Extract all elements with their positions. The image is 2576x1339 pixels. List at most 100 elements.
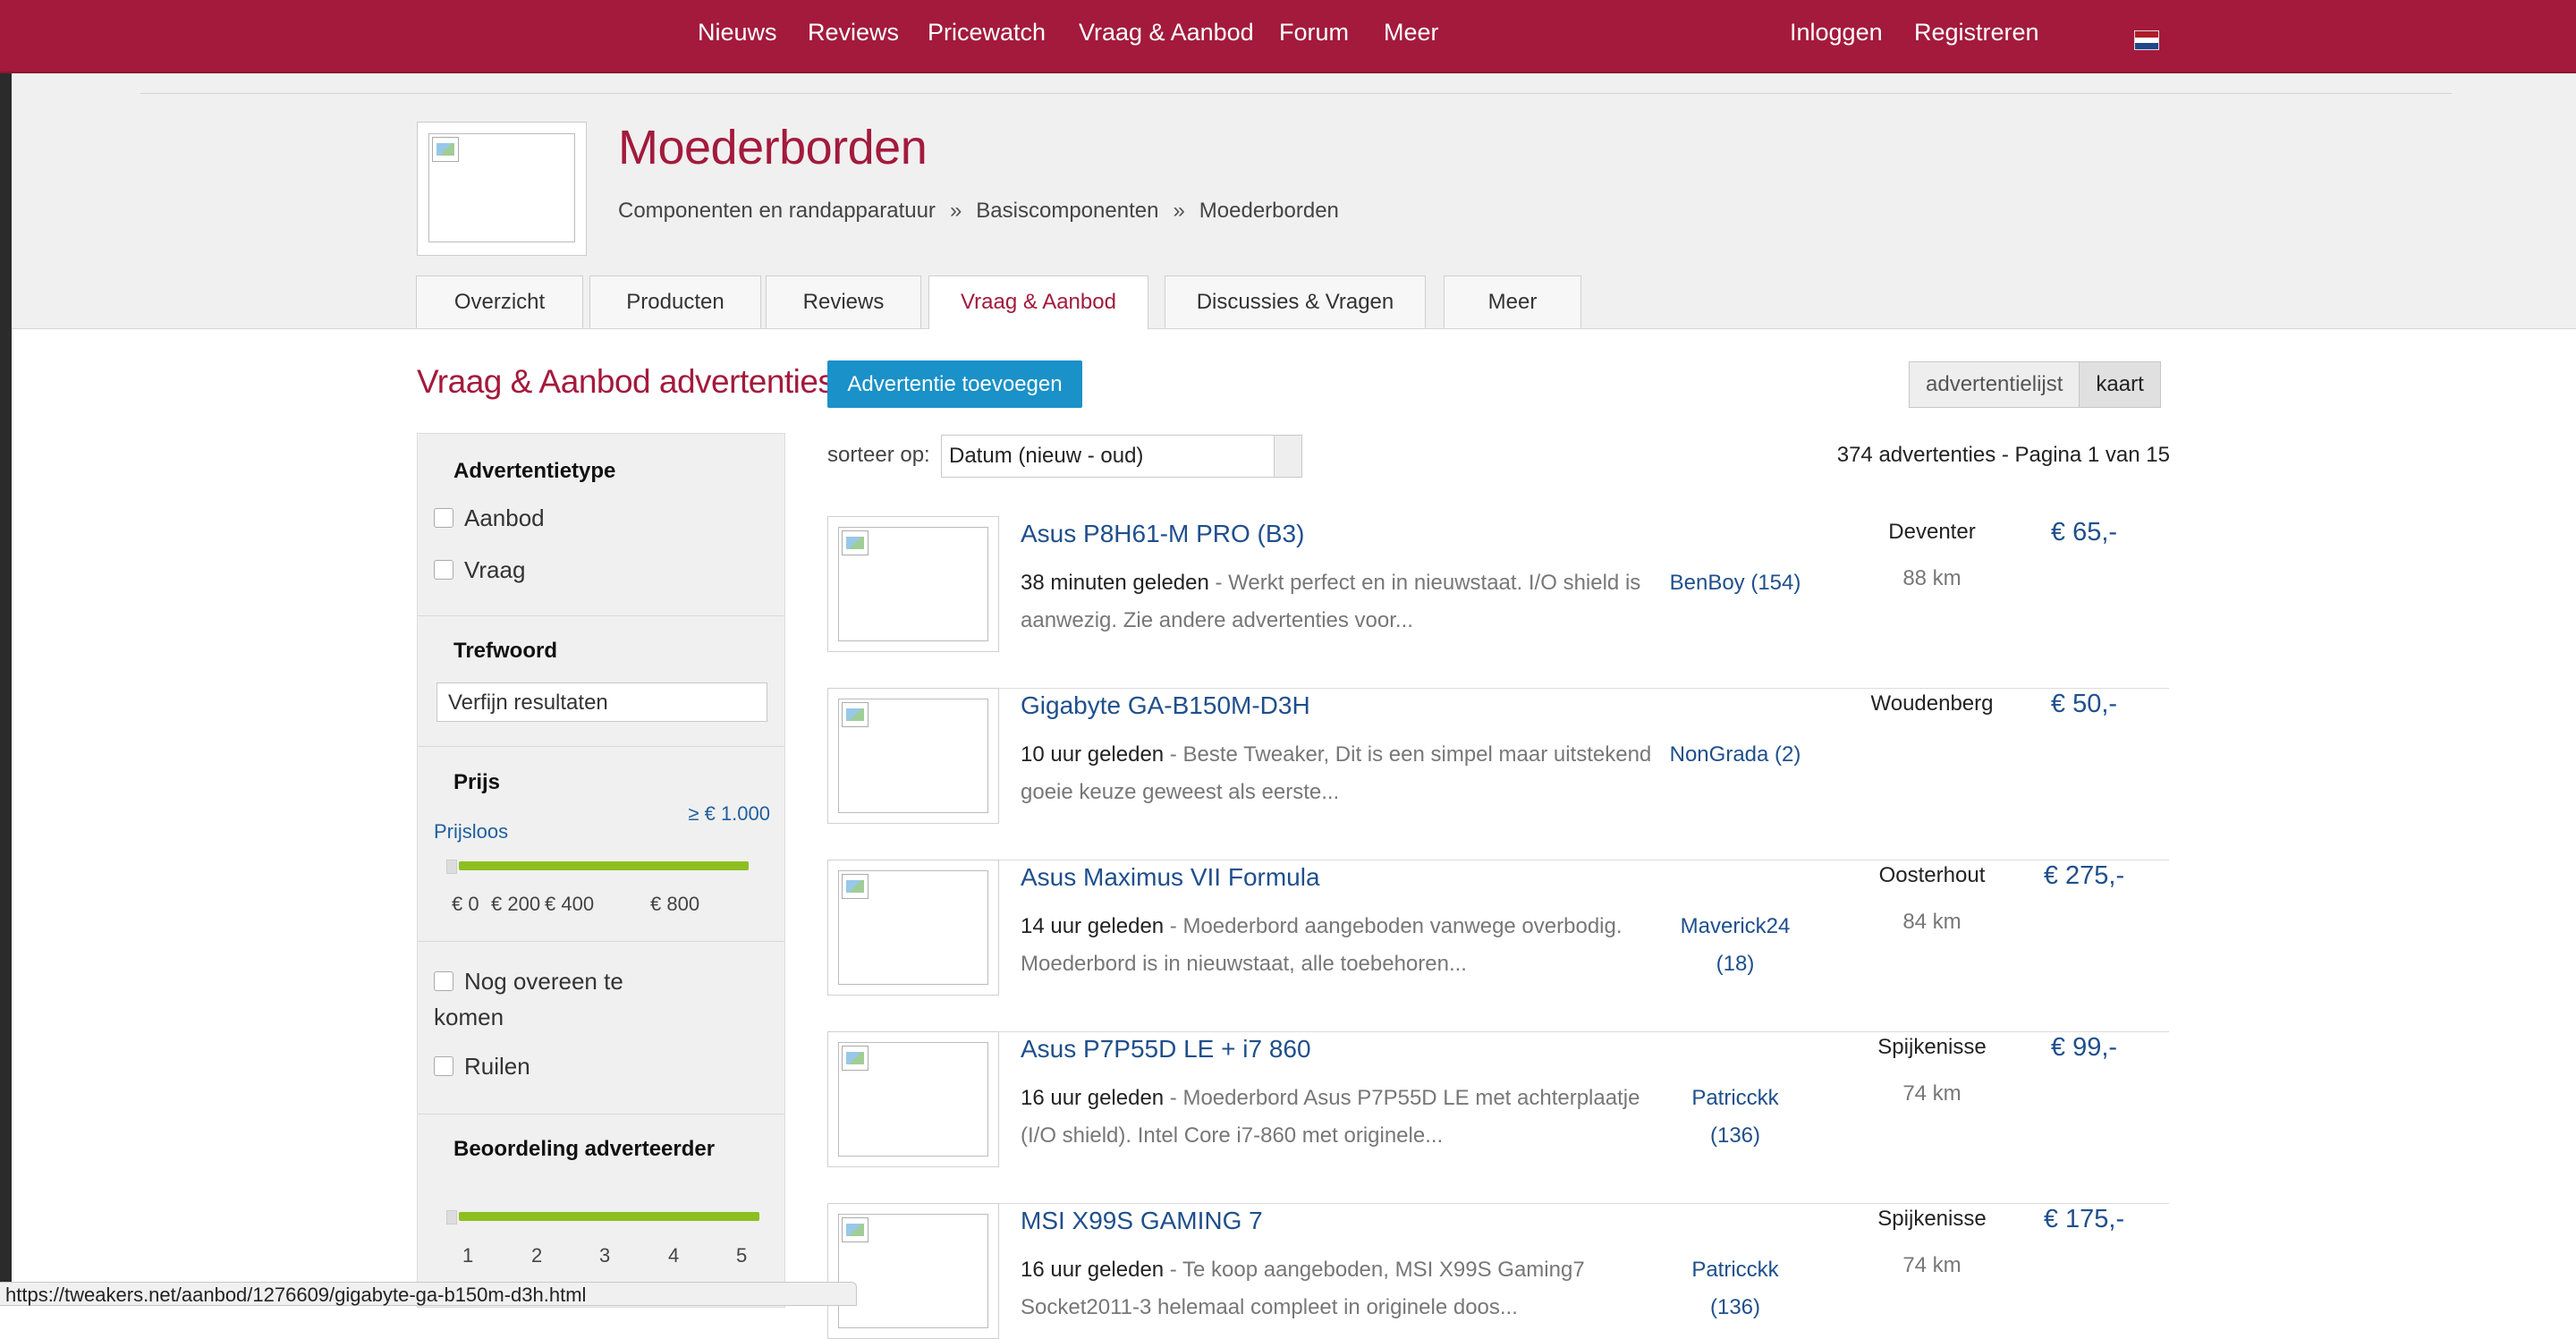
- broken-image-icon: [842, 702, 869, 727]
- price-free-link[interactable]: Prijsloos: [434, 820, 508, 843]
- filter-ruilen-label: Ruilen: [464, 1053, 530, 1080]
- listing-thumbnail[interactable]: [827, 516, 999, 652]
- fade-overlay: [1968, 1234, 2174, 1306]
- listing-item[interactable]: Asus P8H61-M PRO (B3) 38 minuten geleden…: [827, 516, 2169, 689]
- status-bar-url: https://tweakers.net/aanbod/1276609/giga…: [0, 1282, 857, 1306]
- keyword-input[interactable]: Verfijn resultaten: [436, 682, 767, 722]
- divider: [140, 93, 2452, 94]
- tab-discussies-vragen[interactable]: Discussies & Vragen: [1165, 275, 1426, 328]
- keyword-heading: Trefwoord: [453, 639, 558, 663]
- breadcrumb-item[interactable]: Moederborden: [1199, 199, 1339, 223]
- listing-price[interactable]: € 99,-: [2017, 1033, 2151, 1063]
- rating-tick: 2: [531, 1244, 543, 1267]
- listing-description: 14 uur geleden - Moederbord aangeboden v…: [1021, 908, 1665, 983]
- slider-handle[interactable]: [446, 1210, 457, 1225]
- nav-forum[interactable]: Forum: [1279, 0, 1349, 64]
- section-title: Vraag & Aanbod advertenties: [417, 363, 835, 400]
- listing-price[interactable]: € 50,-: [2017, 690, 2151, 719]
- price-max-label: ≥ € 1.000: [688, 802, 770, 825]
- listing-thumbnail[interactable]: [827, 1031, 999, 1167]
- rating-heading: Beoordeling adverteerder: [453, 1137, 716, 1161]
- page-title: Moederborden: [618, 121, 928, 174]
- listing-item[interactable]: Asus Maximus VII Formula 14 uur geleden …: [827, 860, 2169, 1032]
- listing-thumbnail[interactable]: [827, 688, 999, 824]
- listing-seller[interactable]: Patricckk (136): [1668, 1080, 1802, 1155]
- broken-image-icon: [842, 1046, 869, 1071]
- tab-vraag-aanbod[interactable]: Vraag & Aanbod: [928, 275, 1148, 329]
- sort-select-value: Datum (nieuw - oud): [949, 444, 1144, 468]
- divider: [418, 941, 784, 942]
- divider: [418, 615, 784, 616]
- listing-price[interactable]: € 275,-: [2017, 861, 2151, 891]
- sort-label: sorteer op:: [827, 443, 930, 467]
- listing-title[interactable]: Asus Maximus VII Formula: [1021, 863, 1320, 892]
- rating-tick: 4: [668, 1244, 680, 1267]
- nav-pricewatch[interactable]: Pricewatch: [928, 0, 1046, 64]
- listing-seller[interactable]: NonGrada (2): [1650, 736, 1820, 774]
- view-map-button[interactable]: kaart: [2079, 362, 2160, 407]
- result-count: 374 advertenties - Pagina 1 van 15: [1836, 443, 2170, 467]
- listing-seller[interactable]: BenBoy (154): [1668, 564, 1802, 602]
- breadcrumb-separator: »: [1173, 199, 1185, 223]
- listing-time: 10 uur geleden: [1021, 742, 1165, 767]
- price-slider[interactable]: [459, 861, 749, 870]
- listing-time: 16 uur geleden: [1021, 1086, 1165, 1110]
- breadcrumb-item[interactable]: Basiscomponenten: [976, 199, 1158, 223]
- listing-item[interactable]: Gigabyte GA-B150M-D3H 10 uur geleden - B…: [827, 688, 2169, 860]
- breadcrumb-item[interactable]: Componenten en randapparatuur: [618, 199, 936, 223]
- filter-aanbod[interactable]: Aanbod: [434, 504, 545, 532]
- listing-thumbnail[interactable]: [827, 1203, 999, 1339]
- rating-tick: 1: [462, 1244, 474, 1267]
- tab-overzicht[interactable]: Overzicht: [416, 275, 583, 328]
- tab-reviews[interactable]: Reviews: [766, 275, 921, 328]
- login-link[interactable]: Inloggen: [1790, 0, 1883, 64]
- checkbox[interactable]: [434, 1056, 453, 1076]
- listing-time: 14 uur geleden: [1021, 914, 1165, 938]
- listing-location: Deventer: [1888, 520, 1976, 544]
- filter-vraag[interactable]: Vraag: [434, 556, 525, 584]
- listing-seller[interactable]: Patricckk (136): [1668, 1251, 1802, 1326]
- sort-select[interactable]: Datum (nieuw - oud): [941, 435, 1302, 478]
- nav-reviews[interactable]: Reviews: [808, 0, 899, 64]
- rating-slider[interactable]: [459, 1212, 759, 1221]
- listing-title[interactable]: Gigabyte GA-B150M-D3H: [1021, 691, 1310, 720]
- filter-type-heading: Advertentietype: [453, 459, 616, 483]
- listing-price[interactable]: € 175,-: [2017, 1205, 2151, 1234]
- broken-image-icon: [432, 137, 459, 162]
- listing-item[interactable]: Asus P7P55D LE + i7 860 16 uur geleden -…: [827, 1031, 2169, 1204]
- register-link[interactable]: Registreren: [1914, 0, 2039, 64]
- chevron-down-icon: [1274, 436, 1301, 477]
- price-tick: € 400: [545, 893, 595, 915]
- listing-seller[interactable]: Maverick24 (18): [1668, 908, 1802, 983]
- listing-title[interactable]: Asus P7P55D LE + i7 860: [1021, 1035, 1311, 1064]
- view-list-button[interactable]: advertentielijst: [1910, 362, 2079, 407]
- nav-vraag-aanbod[interactable]: Vraag & Aanbod: [1079, 0, 1254, 64]
- listing-location: Woudenberg: [1870, 691, 1994, 716]
- listing-distance: 88 km: [1902, 566, 1962, 590]
- slider-handle[interactable]: [446, 860, 457, 874]
- listing-price[interactable]: € 65,-: [2017, 518, 2151, 547]
- checkbox[interactable]: [434, 560, 453, 580]
- nav-nieuws[interactable]: Nieuws: [698, 0, 777, 64]
- listing-thumbnail[interactable]: [827, 860, 999, 996]
- filter-ruilen[interactable]: Ruilen: [434, 1053, 530, 1081]
- listing-title[interactable]: MSI X99S GAMING 7: [1021, 1207, 1263, 1235]
- rating-tick: 3: [599, 1244, 611, 1267]
- checkbox[interactable]: [434, 971, 453, 991]
- tab-meer[interactable]: Meer: [1444, 275, 1581, 328]
- nav-meer[interactable]: Meer: [1384, 0, 1439, 64]
- listing-description: 16 uur geleden - Te koop aangeboden, MSI…: [1021, 1251, 1665, 1326]
- listing-location: Oosterhout: [1878, 863, 1986, 887]
- category-header: Moederborden Componenten en randapparatu…: [12, 73, 2576, 329]
- price-tick: € 0: [452, 893, 479, 915]
- dutch-flag-icon[interactable]: [2134, 30, 2159, 50]
- listing-description: 16 uur geleden - Moederbord Asus P7P55D …: [1021, 1080, 1665, 1155]
- price-tick: € 800: [650, 893, 700, 915]
- checkbox[interactable]: [434, 508, 453, 528]
- filter-nog-overeen[interactable]: Nog overeen te komen: [434, 963, 666, 1035]
- listing-time: 16 uur geleden: [1021, 1258, 1165, 1282]
- listing-title[interactable]: Asus P8H61-M PRO (B3): [1021, 520, 1304, 548]
- tab-producten[interactable]: Producten: [589, 275, 761, 328]
- add-advertisement-button[interactable]: Advertentie toevoegen: [827, 360, 1082, 408]
- breadcrumb: Componenten en randapparatuur » Basiscompo…: [618, 199, 1339, 224]
